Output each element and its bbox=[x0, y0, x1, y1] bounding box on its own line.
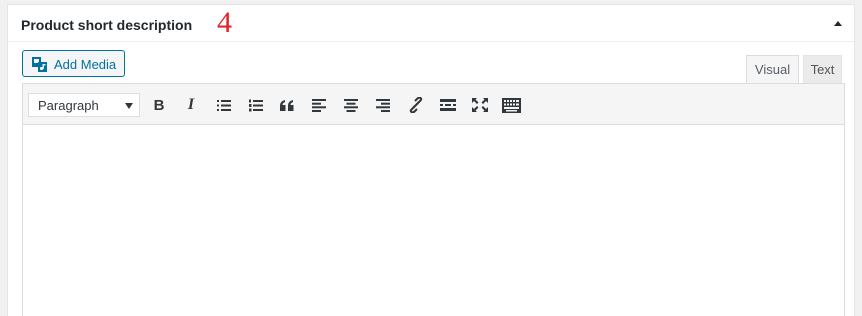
fullscreen-icon bbox=[472, 98, 488, 112]
add-media-icon bbox=[31, 56, 48, 73]
bulleted-list-button[interactable] bbox=[213, 94, 235, 116]
read-more-icon bbox=[440, 99, 456, 111]
align-right-button[interactable] bbox=[372, 94, 394, 116]
numbered-list-icon bbox=[249, 99, 263, 111]
align-center-icon bbox=[344, 98, 358, 112]
read-more-button[interactable] bbox=[437, 94, 459, 116]
editor-frame: Paragraph B I bbox=[22, 83, 845, 316]
add-media-label: Add Media bbox=[54, 57, 117, 72]
add-media-button[interactable]: Add Media bbox=[22, 50, 125, 77]
bulleted-list-icon bbox=[217, 99, 231, 111]
align-left-icon bbox=[312, 98, 326, 112]
numbered-list-button[interactable] bbox=[245, 94, 267, 116]
postbox-header[interactable]: Product short description 4 bbox=[8, 5, 854, 42]
align-left-button[interactable] bbox=[308, 94, 330, 116]
product-short-description-box: Product short description 4 Add Media Vi… bbox=[7, 4, 855, 316]
align-center-button[interactable] bbox=[340, 94, 362, 116]
tab-visual[interactable]: Visual bbox=[746, 55, 799, 83]
italic-button[interactable]: I bbox=[180, 94, 202, 116]
editor-toolbar: Paragraph B I bbox=[23, 84, 844, 125]
chevron-down-icon bbox=[125, 103, 133, 109]
blockquote-button[interactable] bbox=[276, 94, 298, 116]
format-select-value: Paragraph bbox=[38, 98, 99, 113]
fullscreen-button[interactable] bbox=[469, 94, 491, 116]
tab-text[interactable]: Text bbox=[803, 55, 842, 83]
blockquote-icon bbox=[279, 99, 293, 111]
link-icon bbox=[409, 97, 423, 113]
collapse-toggle-icon[interactable] bbox=[834, 21, 842, 26]
align-right-icon bbox=[376, 98, 390, 112]
toolbar-toggle-button[interactable] bbox=[500, 94, 522, 116]
bold-button[interactable]: B bbox=[148, 94, 170, 116]
insert-link-button[interactable] bbox=[405, 94, 427, 116]
editor-content-area[interactable] bbox=[23, 126, 844, 316]
paragraph-format-select[interactable]: Paragraph bbox=[28, 93, 140, 117]
annotation-number: 4 bbox=[217, 6, 232, 39]
postbox-title: Product short description bbox=[21, 17, 193, 33]
keyboard-icon bbox=[501, 97, 521, 113]
